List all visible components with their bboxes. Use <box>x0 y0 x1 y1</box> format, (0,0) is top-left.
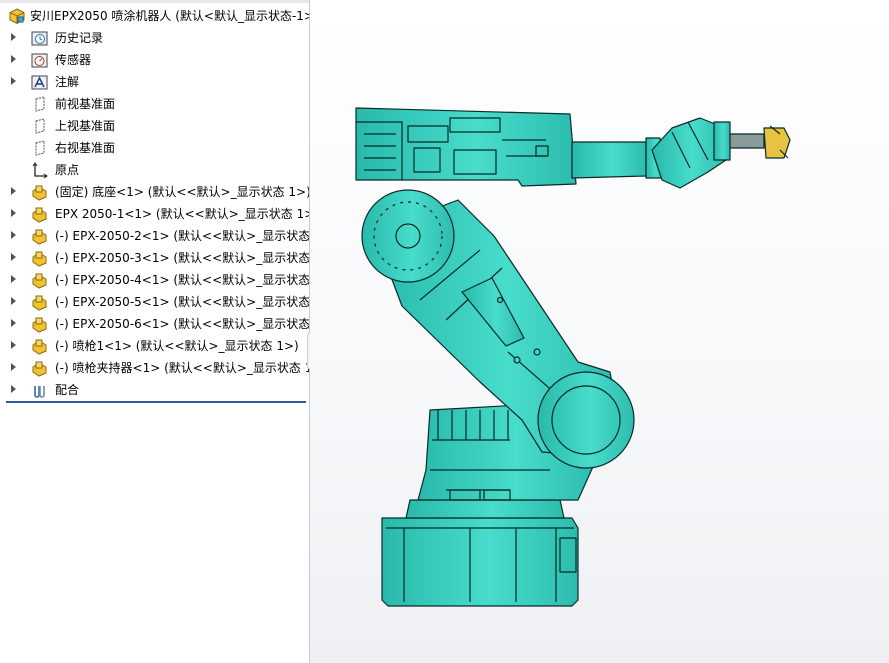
mates-icon <box>34 386 45 398</box>
plane-icon <box>35 118 45 134</box>
tree-item-label: 前视基准面 <box>55 97 116 111</box>
feature-manager-tree: 安川EPX2050 喷涂机器人 (默认<默认_显示状态-1> 历史记录 传感器 … <box>0 0 310 663</box>
graphics-viewport[interactable] <box>310 0 889 663</box>
tree-item-part-spray-gun[interactable]: (-) 喷枪1<1> (默认<<默认>_显示状态 1>) <box>0 335 309 357</box>
tree-item-label: 右视基准面 <box>55 141 116 155</box>
tree-item-label: 注解 <box>55 75 80 89</box>
expand-arrow-icon[interactable] <box>11 231 16 239</box>
tree-item-sensors[interactable]: 传感器 <box>0 49 309 71</box>
plane-icon <box>35 140 45 156</box>
tree-item-label: 传感器 <box>55 53 92 67</box>
expand-arrow-icon[interactable] <box>11 319 16 327</box>
tree-item-part-base[interactable]: (固定) 底座<1> (默认<<默认>_显示状态 1>) <box>0 181 309 203</box>
tree-item-label: (-) EPX-2050-3<1> (默认<<默认>_显示状态 1>) <box>55 251 309 265</box>
expand-arrow-icon[interactable] <box>11 363 16 371</box>
part-icon <box>32 339 47 355</box>
expand-arrow-icon[interactable] <box>11 187 16 195</box>
expand-arrow-icon[interactable] <box>11 209 16 217</box>
tree-item-part-gun-holder[interactable]: (-) 喷枪夹持器<1> (默认<<默认>_显示状态 1>) <box>0 357 309 379</box>
part-icon <box>32 251 47 267</box>
tree-item-label: EPX 2050-1<1> (默认<<默认>_显示状态 1>) <box>55 207 309 221</box>
robot-forearm-tube <box>571 137 665 179</box>
expand-arrow-icon[interactable] <box>11 385 16 393</box>
tree-item-label: 历史记录 <box>55 31 104 45</box>
tree-item-mates[interactable]: 配合 <box>0 379 309 401</box>
robot-upper-housing <box>355 107 577 187</box>
part-icon <box>32 229 47 245</box>
tree-item-label: (-) 喷枪1<1> (默认<<默认>_显示状态 1>) <box>55 339 299 353</box>
tree-item-label: (-) EPX-2050-4<1> (默认<<默认>_显示状态 1>) <box>55 273 309 287</box>
part-icon <box>32 273 47 289</box>
annotation-icon <box>31 75 48 90</box>
tree-item-label: (固定) 底座<1> (默认<<默认>_显示状态 1>) <box>55 185 309 199</box>
tree-item-right-plane[interactable]: 右视基准面 <box>0 137 309 159</box>
tree-item-label: (-) EPX-2050-6<1> (默认<<默认>_显示状态 1>) <box>55 317 309 331</box>
expand-arrow-icon[interactable] <box>11 77 16 85</box>
tree-root-item[interactable]: 安川EPX2050 喷涂机器人 (默认<默认_显示状态-1> <box>0 5 309 27</box>
assembly-icon <box>9 8 25 25</box>
tree-item-label: 原点 <box>55 163 80 177</box>
tree-item-front-plane[interactable]: 前视基准面 <box>0 93 309 115</box>
expand-arrow-icon[interactable] <box>11 55 16 63</box>
tree-item-label: (-) 喷枪夹持器<1> (默认<<默认>_显示状态 1>) <box>55 361 309 375</box>
part-icon <box>32 207 47 223</box>
robot-shoulder-joint <box>361 189 455 283</box>
robot-spray-gun <box>729 125 791 159</box>
sensor-icon <box>31 53 48 68</box>
tree-item-label: (-) EPX-2050-2<1> (默认<<默认>_显示状态 1>) <box>55 229 309 243</box>
tree-item-part-epx3[interactable]: (-) EPX-2050-3<1> (默认<<默认>_显示状态 1>) <box>0 247 309 269</box>
tree-root-label: 安川EPX2050 喷涂机器人 (默认<默认_显示状态-1> <box>30 9 309 23</box>
expand-arrow-icon[interactable] <box>11 253 16 261</box>
tree-item-part-epx5[interactable]: (-) EPX-2050-5<1> (默认<<默认>_显示状态 1>) <box>0 291 309 313</box>
tree-item-origin[interactable]: 原点 <box>0 159 309 181</box>
tree-item-annotations[interactable]: 注解 <box>0 71 309 93</box>
tree-item-history[interactable]: 历史记录 <box>0 27 309 49</box>
tree-item-part-epx6[interactable]: (-) EPX-2050-6<1> (默认<<默认>_显示状态 1>) <box>0 313 309 335</box>
expand-arrow-icon[interactable] <box>11 297 16 305</box>
plane-icon <box>35 96 45 112</box>
robot-wrist <box>651 117 731 189</box>
tree-item-label: 上视基准面 <box>55 119 116 133</box>
history-icon <box>31 31 48 46</box>
tree-item-label: 配合 <box>55 383 80 397</box>
part-icon <box>32 295 47 311</box>
robot-base <box>381 499 579 607</box>
part-icon <box>32 317 47 333</box>
robot-model <box>355 107 791 607</box>
robot-elbow-joint <box>537 371 635 469</box>
tree-item-part-epx1[interactable]: EPX 2050-1<1> (默认<<默认>_显示状态 1>) <box>0 203 309 225</box>
tree-item-top-plane[interactable]: 上视基准面 <box>0 115 309 137</box>
tree-item-part-epx2[interactable]: (-) EPX-2050-2<1> (默认<<默认>_显示状态 1>) <box>0 225 309 247</box>
tree-top-bar <box>0 0 309 3</box>
expand-arrow-icon[interactable] <box>11 33 16 41</box>
part-icon <box>32 185 47 201</box>
expand-arrow-icon[interactable] <box>11 341 16 349</box>
expand-arrow-icon[interactable] <box>11 275 16 283</box>
origin-icon <box>32 162 48 179</box>
part-icon <box>32 361 47 377</box>
tree-item-label: (-) EPX-2050-5<1> (默认<<默认>_显示状态 1>) <box>55 295 309 309</box>
tree-bottom-separator <box>6 401 306 403</box>
tree-item-part-epx4[interactable]: (-) EPX-2050-4<1> (默认<<默认>_显示状态 1>) <box>0 269 309 291</box>
